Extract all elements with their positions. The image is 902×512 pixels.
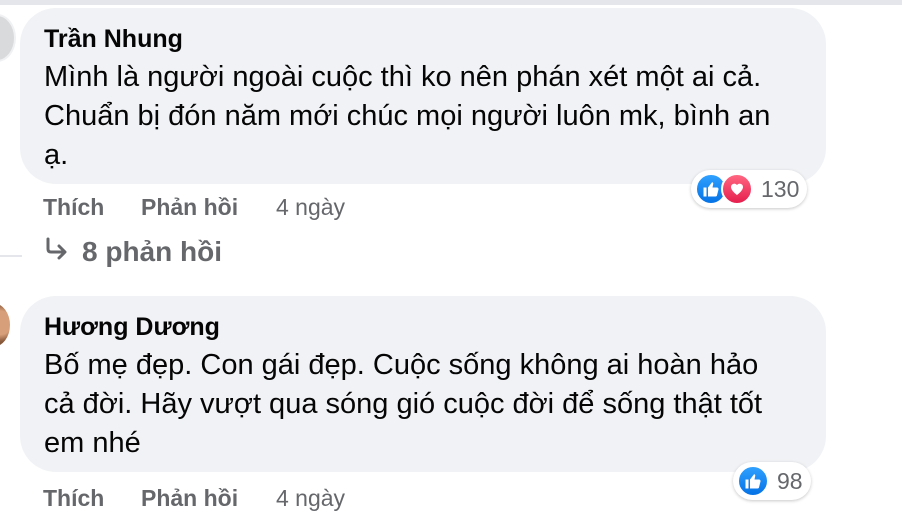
- like-icon: [737, 465, 769, 497]
- comment-line: Chuẩn bị đón năm mới chúc mọi người luôn…: [44, 100, 771, 132]
- avatar[interactable]: [0, 14, 16, 62]
- comment-line: em nhé: [44, 427, 141, 459]
- comment-line: Bố mẹ đẹp. Con gái đẹp. Cuộc sống không …: [44, 349, 759, 381]
- comment-timestamp[interactable]: 4 ngày: [276, 194, 345, 221]
- reply-button[interactable]: Phản hồi: [141, 485, 238, 512]
- like-button[interactable]: Thích: [43, 485, 104, 512]
- reply-arrow-icon: [44, 236, 70, 268]
- comment-author[interactable]: Hương Dương: [44, 312, 804, 342]
- comment-timestamp[interactable]: 4 ngày: [276, 485, 345, 512]
- comment-bubble: Trần Nhung Mình là người ngoài cuộc thì …: [20, 8, 826, 184]
- reply-thread-line: [0, 255, 22, 257]
- avatar[interactable]: [0, 303, 10, 347]
- comment-line: Mình là người ngoài cuộc thì ko nên phán…: [44, 61, 762, 93]
- view-replies-link[interactable]: 8 phản hồi: [44, 236, 222, 268]
- reaction-summary[interactable]: 98: [733, 462, 811, 500]
- view-replies-label: 8 phản hồi: [82, 236, 222, 267]
- top-separator: [0, 0, 902, 5]
- comment-text: Mình là người ngoài cuộc thì ko nên phán…: [44, 58, 804, 175]
- comment-author[interactable]: Trần Nhung: [44, 24, 804, 54]
- reaction-count: 98: [777, 467, 803, 494]
- reply-button[interactable]: Phản hồi: [141, 194, 238, 221]
- love-icon: [721, 173, 753, 205]
- comment-line: ạ.: [44, 139, 69, 171]
- comment-bubble: Hương Dương Bố mẹ đẹp. Con gái đẹp. Cuộc…: [20, 296, 826, 472]
- like-button[interactable]: Thích: [43, 194, 104, 221]
- comment-text: Bố mẹ đẹp. Con gái đẹp. Cuộc sống không …: [44, 346, 804, 463]
- comment-line: cả đời. Hãy vượt qua sóng gió cuộc đời đ…: [44, 388, 763, 420]
- reaction-summary[interactable]: 130: [691, 170, 808, 208]
- reaction-count: 130: [761, 175, 800, 202]
